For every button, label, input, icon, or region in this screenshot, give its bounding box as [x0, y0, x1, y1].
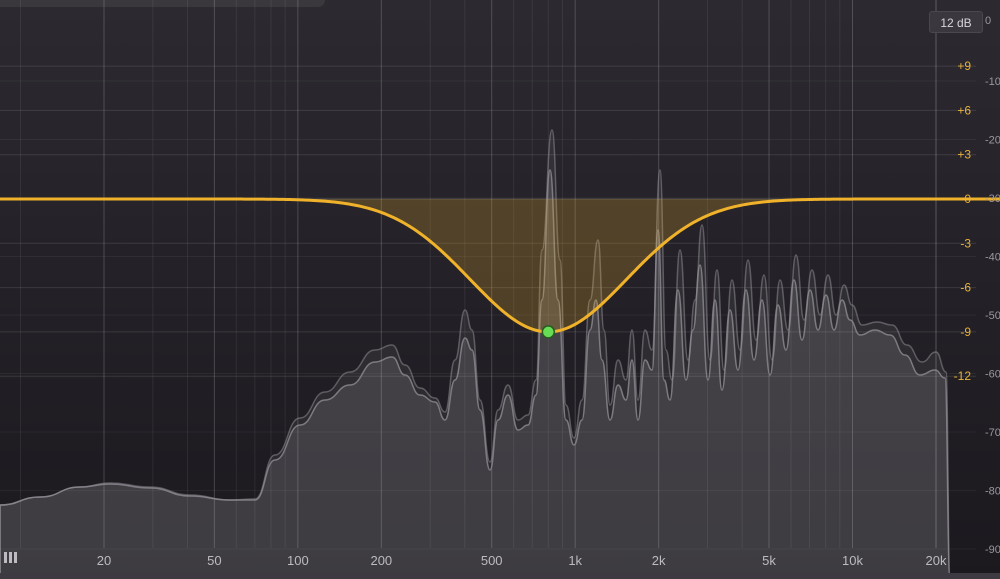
db-tick-label: -90: [985, 544, 1000, 556]
frequency-tick-label: 500: [481, 553, 503, 568]
gain-tick-label: -12: [954, 369, 972, 383]
gain-tick-label: -9: [960, 325, 971, 339]
gain-tick-label: -3: [960, 236, 971, 250]
db-tick-label: 0: [985, 15, 991, 27]
gain-tick-label: 0: [964, 192, 971, 206]
gain-tick-label: +9: [957, 59, 971, 73]
frequency-tick-label: 20: [97, 553, 111, 568]
frequency-tick-label: 5k: [762, 553, 776, 568]
frequency-tick-label: 2k: [652, 553, 666, 568]
db-tick-label: -70: [985, 427, 1000, 439]
gain-tick-label: +3: [957, 148, 971, 162]
frequency-tick-label: 10k: [842, 553, 863, 568]
frequency-tick-label: 100: [287, 553, 309, 568]
spectrum-analyzer: [0, 129, 951, 579]
frequency-tick-label: 200: [370, 553, 392, 568]
frequency-tick-label: 50: [207, 553, 221, 568]
bottom-bar: [0, 573, 1000, 579]
frequency-tick-label: 1k: [568, 553, 582, 568]
frequency-tick-label: 20k: [926, 553, 947, 568]
db-tick-label: -80: [985, 486, 1000, 498]
gain-tick-label: -6: [960, 281, 971, 295]
eq-band-node[interactable]: [541, 325, 556, 339]
db-tick-label: -30: [985, 193, 1000, 205]
db-scale: 0 -10 -20 -30 -40 -50 -60 -70 -80 -90: [985, 15, 1000, 556]
eq-display[interactable]: +9 +6 +3 0 -3 -6 -9 -12 0 -10 -20 -30 -40 -50 -60 -70 -…: [0, 0, 1000, 579]
db-tick-label: -60: [985, 369, 1000, 381]
gain-scale: +9 +6 +3 0 -3 -6 -9 -12: [954, 59, 972, 383]
db-tick-label: -50: [985, 310, 1000, 322]
db-tick-label: -10: [985, 76, 1000, 88]
range-button[interactable]: 12 dB: [929, 11, 983, 33]
piano-keys-icon[interactable]: [4, 552, 20, 563]
db-tick-label: -20: [985, 135, 1000, 147]
eq-graph[interactable]: +9 +6 +3 0 -3 -6 -9 -12 0 -10 -20 -30 -40 -50 -60 -70 -…: [0, 0, 1000, 579]
gain-tick-label: +6: [957, 103, 971, 117]
db-tick-label: -40: [985, 252, 1000, 264]
